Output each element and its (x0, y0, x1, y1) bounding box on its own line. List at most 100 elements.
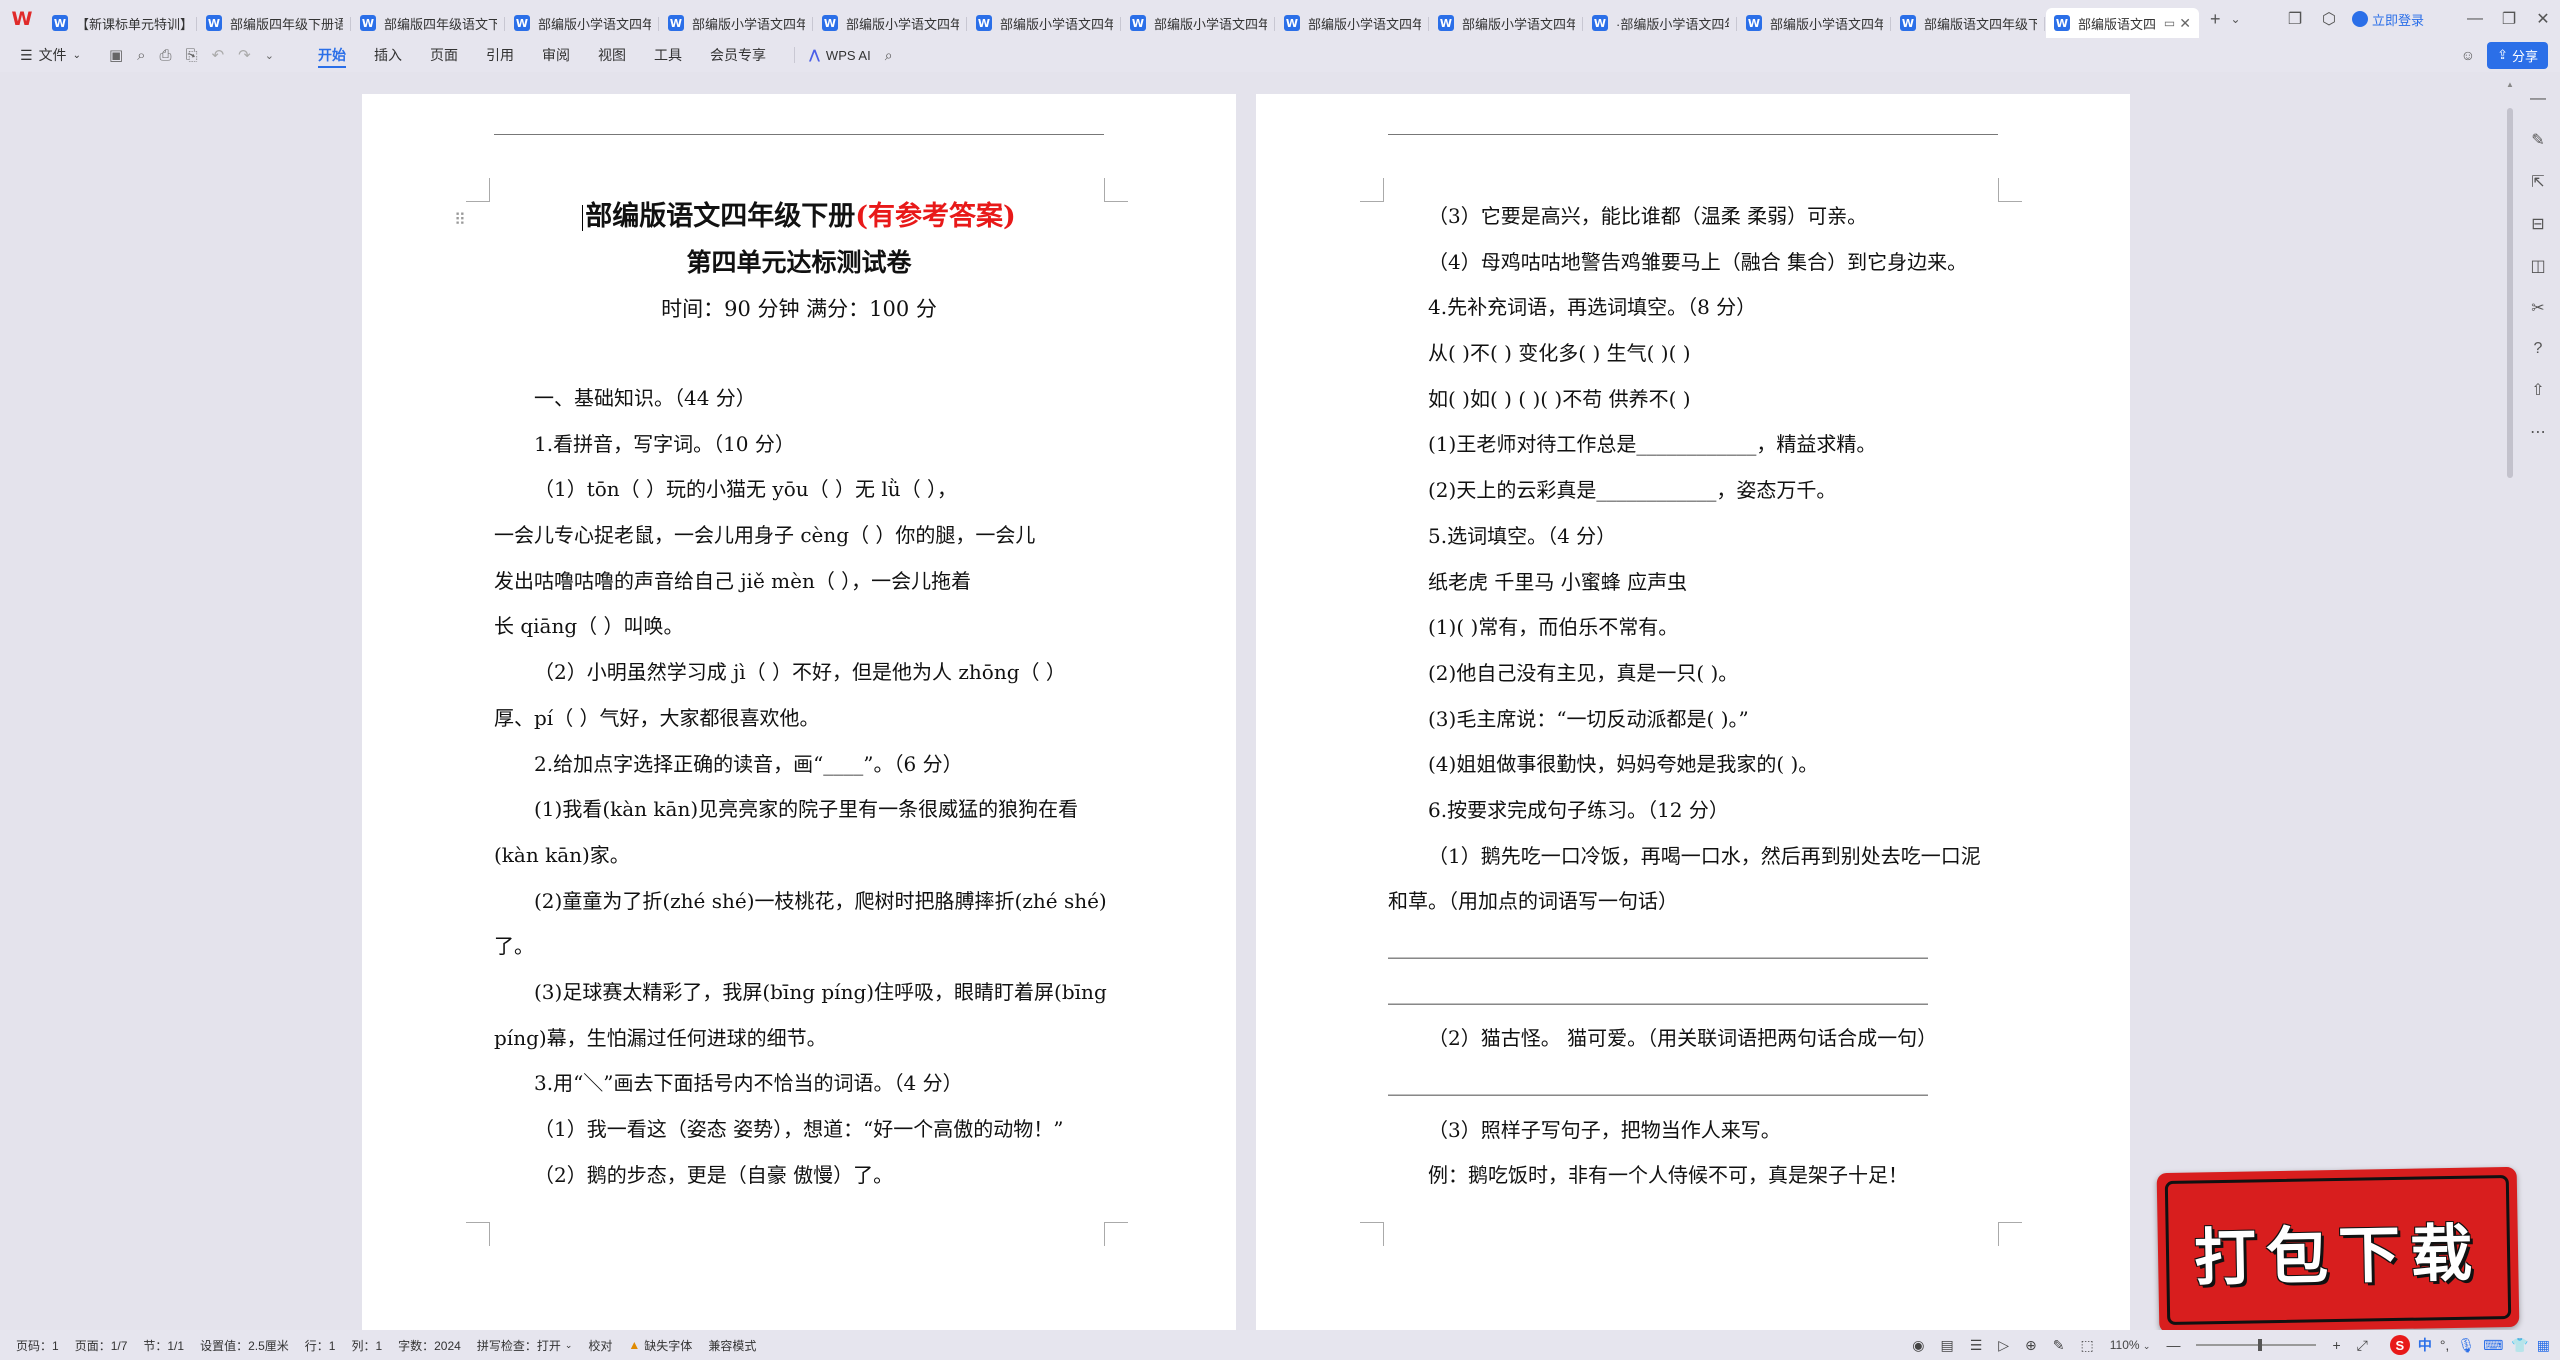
play-icon[interactable]: ▷ (1998, 1337, 2009, 1354)
save-icon[interactable]: ▣ (109, 46, 123, 64)
zoom-in-icon[interactable]: + (2332, 1337, 2340, 1353)
menu-item[interactable]: 开始 (304, 38, 360, 72)
write-mode-icon[interactable]: ✎ (2053, 1337, 2065, 1354)
document-tab[interactable]: W 部编版四年级语文下 (352, 8, 505, 38)
pen-icon[interactable]: ✎ (2531, 130, 2544, 150)
share-button[interactable]: ⇪ 分享 (2487, 41, 2548, 69)
search-icon[interactable]: ⌕ (885, 47, 893, 64)
zoom-slider-knob[interactable] (2258, 1339, 2263, 1351)
tools-icon[interactable]: ✂ (2531, 298, 2544, 318)
status-proofread[interactable]: 校对 (588, 1337, 612, 1354)
keyboard-icon[interactable]: ⌨ (2483, 1337, 2503, 1354)
login-button[interactable]: 立即登录 (2351, 10, 2424, 29)
collapse-icon[interactable]: — (2530, 90, 2546, 108)
shape-icon[interactable]: ◫ (2530, 256, 2545, 276)
ime-punct-icon[interactable]: °, (2440, 1337, 2450, 1353)
document-body[interactable]: （3）它要是高兴，能比谁都（温柔 柔弱）可亲。 （4）母鸡咕咕地警告鸡雏要马上（融… (1388, 194, 1998, 1199)
redo-icon[interactable]: ↷ (238, 46, 251, 64)
document-tab[interactable]: W 部编版小学语文四年 (660, 8, 813, 38)
print-icon[interactable]: ⎙ (160, 47, 172, 64)
menu-item[interactable]: 视图 (584, 38, 640, 72)
close-tab-icon[interactable]: ✕ (2179, 15, 2191, 32)
document-tab[interactable]: W 部编版语文四 ▭ ✕ (2046, 8, 2199, 38)
web-view-icon[interactable]: ⊕ (2025, 1337, 2037, 1354)
status-missing-fonts[interactable]: ▲ 缺失字体 (628, 1337, 692, 1354)
cube-icon[interactable]: ⬡ (2312, 9, 2346, 29)
status-setting[interactable]: 设置值：2.5厘米 (200, 1337, 289, 1354)
collab-icon[interactable]: ☺ (2461, 47, 2475, 63)
document-tab[interactable]: W ·部编版小学语文四年 (1584, 8, 1737, 38)
document-tab[interactable]: W 部编版小学语文四年 (968, 8, 1121, 38)
menu-item[interactable]: 页面 (416, 38, 472, 72)
help-icon[interactable]: ? (2534, 340, 2543, 358)
download-badge[interactable]: 打包下载 (2156, 1166, 2520, 1334)
document-tab[interactable]: W 部编版四年级下册语 (198, 8, 351, 38)
ime-logo-icon[interactable]: S (2389, 1335, 2410, 1355)
document-page-1[interactable]: ⠿ 部编版语文四年级下册(有参考答案) 第四单元达标测试卷 时间：90 分钟 满… (362, 94, 1236, 1330)
share-doc-icon[interactable]: ⇧ (2531, 380, 2544, 400)
ime-grid-icon[interactable]: ▦ (2537, 1337, 2550, 1354)
document-tab[interactable]: W 部编版小学语文四年 (814, 8, 967, 38)
document-tab[interactable]: W 部编版小学语文四年 (1122, 8, 1275, 38)
status-page-number[interactable]: 页码：1 (16, 1337, 59, 1354)
page-view-icon[interactable]: ▤ (1940, 1337, 1953, 1354)
document-tab[interactable]: W 部编版小学语文四年 (1276, 8, 1429, 38)
restore-icon[interactable]: ❐ (2492, 9, 2526, 29)
document-tab[interactable]: W 部编版小学语文四年 (1430, 8, 1583, 38)
zoom-out-icon[interactable]: — (2166, 1337, 2180, 1353)
vertical-scrollbar[interactable]: ▲ ▼ (2506, 80, 2514, 1320)
file-menu-button[interactable]: ☰ 文件 ⌄ (20, 45, 81, 65)
document-tab[interactable]: W 【新课标单元特训】 (44, 8, 197, 38)
find-icon[interactable]: ⌕ (137, 47, 145, 64)
drag-handle-icon[interactable]: ⠿ (454, 210, 466, 230)
chevron-down-icon[interactable]: ⌄ (2231, 12, 2241, 26)
menubar-right: ☺ ⇪ 分享 (2461, 38, 2548, 72)
tab-label: 部编版四年级下册语 (230, 16, 343, 32)
scroll-thumb[interactable] (2507, 108, 2513, 478)
fullscreen-icon[interactable]: ⤢ (2357, 1337, 2368, 1354)
list-view-icon[interactable]: ☰ (1970, 1337, 1983, 1354)
close-window-icon[interactable]: ✕ (2526, 9, 2560, 29)
eye-protection-icon[interactable]: ◉ (1912, 1337, 1924, 1354)
wps-logo[interactable]: W (0, 0, 44, 38)
status-row[interactable]: 行：1 (305, 1337, 336, 1354)
undo-icon[interactable]: ↶ (212, 46, 225, 64)
status-word-count[interactable]: 字数：2024 (398, 1337, 461, 1354)
style-icon[interactable]: ⊟ (2531, 214, 2544, 234)
document-tab[interactable]: W 部编版语文四年级下 (1892, 8, 2045, 38)
document-tab[interactable]: W 部编版小学语文四年 (506, 8, 659, 38)
tab-label: 部编版小学语文四年 (846, 16, 959, 32)
ime-skin-icon[interactable]: 👕 (2511, 1337, 2528, 1354)
more-chevron-icon[interactable]: ⌄ (265, 49, 274, 62)
menu-item[interactable]: 引用 (472, 38, 528, 72)
print-preview-icon[interactable]: ⎘ (186, 47, 198, 64)
menu-item[interactable]: 会员专享 (696, 38, 780, 72)
scroll-up-icon[interactable]: ▲ (2506, 80, 2514, 89)
crop-mark (466, 178, 490, 202)
document-body[interactable]: 部编版语文四年级下册(有参考答案) 第四单元达标测试卷 时间：90 分钟 满分：… (494, 194, 1107, 1198)
menu-item[interactable]: 审阅 (528, 38, 584, 72)
minimize-icon[interactable]: — (2458, 10, 2492, 28)
fit-page-icon[interactable]: ⬚ (2081, 1337, 2094, 1354)
menu-item[interactable]: 插入 (360, 38, 416, 72)
document-page-2[interactable]: （3）它要是高兴，能比谁都（温柔 柔弱）可亲。 （4）母鸡咕咕地警告鸡雏要马上（融… (1256, 94, 2130, 1330)
status-spell-check[interactable]: 拼写检查：打开 ⌄ (477, 1337, 573, 1354)
ime-chinese-icon[interactable]: 中 (2418, 1335, 2432, 1355)
menu-item[interactable]: 工具 (640, 38, 696, 72)
document-tab[interactable]: W 部编版小学语文四年 (1738, 8, 1891, 38)
monitor-icon[interactable]: ▭ (2164, 16, 2175, 30)
window-list-icon[interactable]: ❐ (2278, 9, 2312, 29)
microphone-icon[interactable]: 🎙 (2457, 1337, 2475, 1354)
status-section[interactable]: 节：1/1 (143, 1337, 184, 1354)
status-col[interactable]: 列：1 (351, 1337, 382, 1354)
new-tab-icon[interactable]: + (2210, 9, 2221, 30)
document-line: （2）鹅的步态，更是（自豪 傲慢）了。 (534, 1162, 894, 1187)
login-label: 立即登录 (2371, 12, 2424, 28)
zoom-slider[interactable] (2196, 1339, 2317, 1351)
crop-mark (466, 1222, 490, 1246)
more-icon[interactable]: ⋯ (2530, 422, 2546, 442)
select-icon[interactable]: ⇱ (2531, 172, 2544, 192)
zoom-level[interactable]: 110% ⌄ (2110, 1338, 2151, 1352)
wps-ai-button[interactable]: ⋀ WPS AI (793, 47, 871, 63)
status-page-of[interactable]: 页面：1/7 (75, 1337, 128, 1354)
